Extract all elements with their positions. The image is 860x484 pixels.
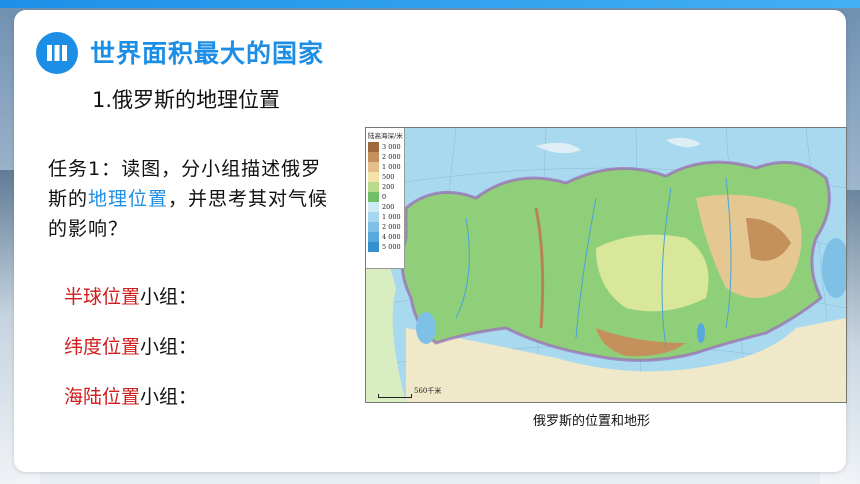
section-subtitle: 1.俄罗斯的地理位置 [92,88,281,112]
task-highlight: 地理位置 [88,188,169,210]
top-accent-bar [0,0,860,8]
legend-label: 2 000 [382,223,401,231]
legend-swatch [368,152,379,162]
map-caption: 俄罗斯的位置和地形 [533,414,651,429]
legend-swatch [368,172,379,182]
legend-entry: 4 000 [368,232,401,242]
book-icon [36,32,78,74]
group-highlight: 海陆位置 [64,386,141,408]
legend-entry: 1 000 [368,212,401,222]
legend-entry: 3 000 [368,142,401,152]
legend-label: 4 000 [382,233,401,241]
slide-card: 世界面积最大的国家 1.俄罗斯的地理位置 任务1：读图，分小组描述俄罗斯的地理位… [14,10,847,472]
legend-entry: 1 000 [368,162,401,172]
group-highlight: 纬度位置 [64,336,141,358]
legend-label: 500 [382,173,395,181]
scale-bar [378,394,412,398]
legend-label: 2 000 [382,153,401,161]
legend-swatch [368,242,379,252]
map-graphic [366,128,846,402]
group-label: 小组： [140,386,198,408]
legend-entry: 200 [368,202,394,212]
group-label: 小组： [140,336,198,358]
legend-label: 1 000 [382,213,401,221]
legend-entry: 200 [368,182,394,192]
legend-swatch [368,192,379,202]
legend-swatch [368,212,379,222]
legend-entry: 0 [368,192,386,202]
group-highlight: 半球位置 [64,286,141,308]
task-description: 任务1：读图，分小组描述俄罗斯的地理位置，并思考其对气候的影响？ [48,154,333,244]
legend-swatch [368,202,379,212]
group-hemisphere: 半球位置小组： [64,282,197,309]
russia-terrain-map: 陆高海深/米 3 000 2 000 1 000 500 200 0 200 1… [365,127,847,403]
legend-swatch [368,142,379,152]
legend-label: 1 000 [382,163,401,171]
legend-entry: 5 000 [368,242,401,252]
group-latitude: 纬度位置小组： [64,332,197,359]
group-label: 小组： [140,286,198,308]
legend-entry: 2 000 [368,222,401,232]
legend-swatch [368,162,379,172]
legend-swatch [368,182,379,192]
map-legend: 陆高海深/米 3 000 2 000 1 000 500 200 0 200 1… [366,128,405,269]
legend-label: 0 [382,193,387,201]
group-land-sea: 海陆位置小组： [64,382,197,409]
legend-label: 5 000 [382,243,401,251]
scale-label: 560千米 [414,387,442,395]
legend-label: 200 [382,203,395,211]
legend-label: 200 [382,183,395,191]
legend-swatch [368,232,379,242]
legend-entry: 500 [368,172,394,182]
legend-title: 陆高海深/米 [368,132,403,140]
legend-label: 3 000 [382,143,401,151]
legend-entry: 2 000 [368,152,401,162]
legend-swatch [368,222,379,232]
page-title: 世界面积最大的国家 [90,39,325,68]
